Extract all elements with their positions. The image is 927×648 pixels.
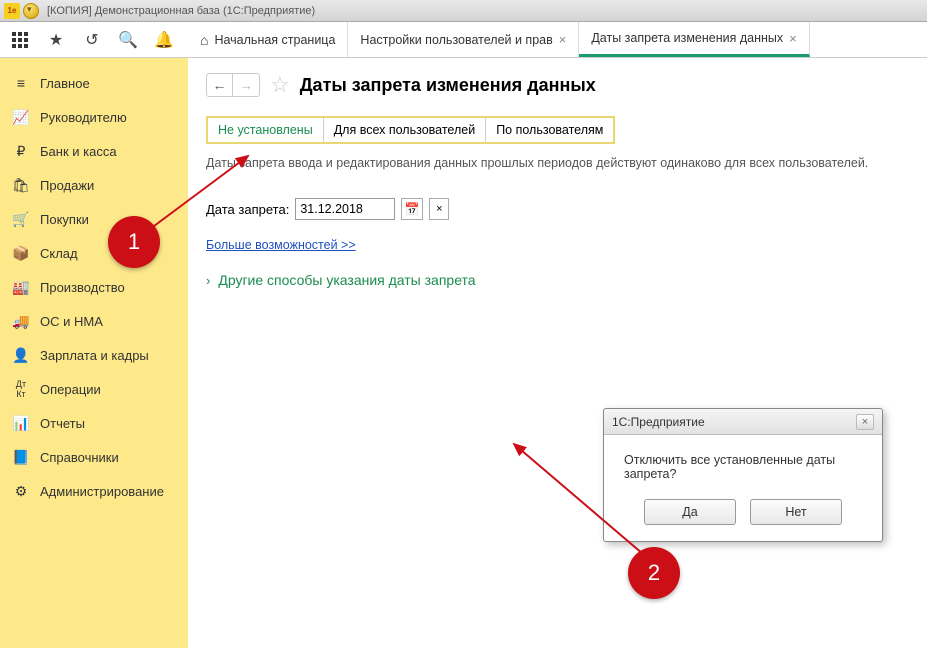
search-icon[interactable]: 🔍 (110, 23, 146, 57)
close-icon[interactable]: × (789, 31, 797, 46)
date-row: Дата запрета: 31.12.2018 📅 × (206, 198, 909, 220)
sidebar-item-label: Продажи (40, 178, 94, 193)
confirm-dialog: 1С:Предприятие × Отключить все установле… (603, 408, 883, 542)
bag-icon: 🛍 (12, 177, 30, 194)
expand-label: Другие способы указания даты запрета (218, 272, 475, 288)
sidebar-item-label: Администрирование (40, 484, 164, 499)
dtkt-icon: Дт Кт (12, 379, 30, 399)
sidebar-item-label: Главное (40, 76, 90, 91)
sidebar-item-label: Отчеты (40, 416, 85, 431)
sidebar-item-label: Банк и касса (40, 144, 117, 159)
sidebar-item-assets[interactable]: 🚚 ОС и НМА (0, 304, 188, 338)
mode-not-set[interactable]: Не установлены (208, 118, 324, 142)
nav-buttons: ← → (206, 73, 260, 97)
box-icon: 📦 (12, 245, 30, 262)
page-nav: ← → ☆ Даты запрета изменения данных (206, 72, 909, 98)
sidebar-item-label: ОС и НМА (40, 314, 103, 329)
book-icon: 📘 (12, 449, 30, 466)
tab-label: Даты запрета изменения данных (591, 31, 783, 45)
sidebar-item-label: Зарплата и кадры (40, 348, 149, 363)
expand-other-methods[interactable]: › Другие способы указания даты запрета (206, 272, 909, 288)
dialog-yes-button[interactable]: Да (644, 499, 736, 525)
home-icon: ⌂ (200, 32, 208, 48)
sidebar-item-salary[interactable]: 👤 Зарплата и кадры (0, 338, 188, 372)
dialog-titlebar: 1С:Предприятие × (604, 409, 882, 435)
sidebar-item-reports[interactable]: 📊 Отчеты (0, 406, 188, 440)
sidebar-item-label: Покупки (40, 212, 89, 227)
mode-selector: Не установлены Для всех пользователей По… (206, 116, 615, 144)
back-button[interactable]: ← (207, 74, 233, 96)
forward-button: → (233, 74, 259, 96)
dialog-message: Отключить все установленные даты запрета… (618, 453, 868, 481)
sidebar-item-manager[interactable]: 📈 Руководителю (0, 100, 188, 134)
sidebar: ≡ Главное 📈 Руководителю ₽ Банк и касса 🛍 Пр… (0, 58, 188, 648)
window-title: [КОПИЯ] Демонстрационная база (1С:Предпр… (47, 5, 315, 17)
sidebar-item-admin[interactable]: ⚙ Администрирование (0, 474, 188, 508)
calendar-icon[interactable]: 📅 (401, 198, 423, 220)
window-titlebar: 1e [КОПИЯ] Демонстрационная база (1С:Пре… (0, 0, 927, 22)
person-icon: 👤 (12, 347, 30, 364)
star-icon[interactable]: ★ (38, 23, 74, 57)
main-toolbar: ★ ↺ 🔍 🔔 ⌂ Начальная страница Настройки п… (0, 22, 927, 58)
sidebar-item-production[interactable]: 🏭 Производство (0, 270, 188, 304)
menu-icon: ≡ (12, 75, 30, 91)
sidebar-item-purchases[interactable]: 🛒 Покупки (0, 202, 188, 236)
gear-icon: ⚙ (12, 483, 30, 500)
sidebar-item-bank[interactable]: ₽ Банк и касса (0, 134, 188, 168)
close-icon[interactable]: × (559, 32, 567, 47)
chart-icon: 📈 (12, 109, 30, 126)
sidebar-item-sales[interactable]: 🛍 Продажи (0, 168, 188, 202)
sidebar-item-main[interactable]: ≡ Главное (0, 66, 188, 100)
chevron-right-icon: › (206, 273, 210, 288)
sidebar-item-label: Руководителю (40, 110, 127, 125)
sidebar-item-label: Производство (40, 280, 125, 295)
more-options-link[interactable]: Больше возможностей >> (206, 238, 356, 252)
sidebar-item-label: Справочники (40, 450, 119, 465)
tab-date-lock[interactable]: Даты запрета изменения данных × (579, 22, 809, 57)
dialog-no-button[interactable]: Нет (750, 499, 842, 525)
clear-date-button[interactable]: × (429, 198, 449, 220)
date-label: Дата запрета: (206, 202, 289, 217)
tab-label: Настройки пользователей и прав (360, 33, 552, 47)
dialog-close-button[interactable]: × (856, 414, 874, 430)
main-area: ≡ Главное 📈 Руководителю ₽ Банк и касса 🛍 Пр… (0, 58, 927, 648)
truck-icon: 🚚 (12, 313, 30, 330)
favorite-star-icon[interactable]: ☆ (270, 72, 290, 98)
date-input[interactable]: 31.12.2018 (295, 198, 395, 220)
page-title: Даты запрета изменения данных (300, 75, 596, 96)
ruble-icon: ₽ (12, 143, 30, 160)
annotation-badge-1: 1 (108, 216, 160, 268)
barchart-icon: 📊 (12, 415, 30, 432)
tabs-row: ⌂ Начальная страница Настройки пользоват… (188, 22, 927, 57)
dialog-buttons: Да Нет (618, 499, 868, 525)
tab-home[interactable]: ⌂ Начальная страница (188, 22, 348, 57)
tab-user-settings[interactable]: Настройки пользователей и прав × (348, 22, 579, 57)
sidebar-item-operations[interactable]: Дт Кт Операции (0, 372, 188, 406)
sidebar-item-directories[interactable]: 📘 Справочники (0, 440, 188, 474)
tab-label: Начальная страница (214, 33, 335, 47)
toolbar-icon-group: ★ ↺ 🔍 🔔 (0, 22, 188, 57)
date-value: 31.12.2018 (300, 202, 363, 216)
history-icon[interactable]: ↺ (74, 23, 110, 57)
factory-icon: 🏭 (12, 279, 30, 296)
apps-grid-icon[interactable] (2, 23, 38, 57)
mode-all-users[interactable]: Для всех пользователей (324, 118, 486, 142)
dialog-body: Отключить все установленные даты запрета… (604, 435, 882, 541)
mode-by-users[interactable]: По пользователям (486, 118, 613, 142)
app-logo-icon: 1e (4, 3, 20, 19)
dialog-title-text: 1С:Предприятие (612, 415, 705, 429)
annotation-badge-2: 2 (628, 547, 680, 599)
content-area: ← → ☆ Даты запрета изменения данных Не у… (188, 58, 927, 648)
cart-icon: 🛒 (12, 211, 30, 228)
description-text: Даты запрета ввода и редактирования данн… (206, 156, 909, 170)
bell-icon[interactable]: 🔔 (146, 23, 182, 57)
sidebar-item-label: Склад (40, 246, 78, 261)
sidebar-item-label: Операции (40, 382, 101, 397)
app-menu-dropdown-icon[interactable] (23, 3, 39, 19)
